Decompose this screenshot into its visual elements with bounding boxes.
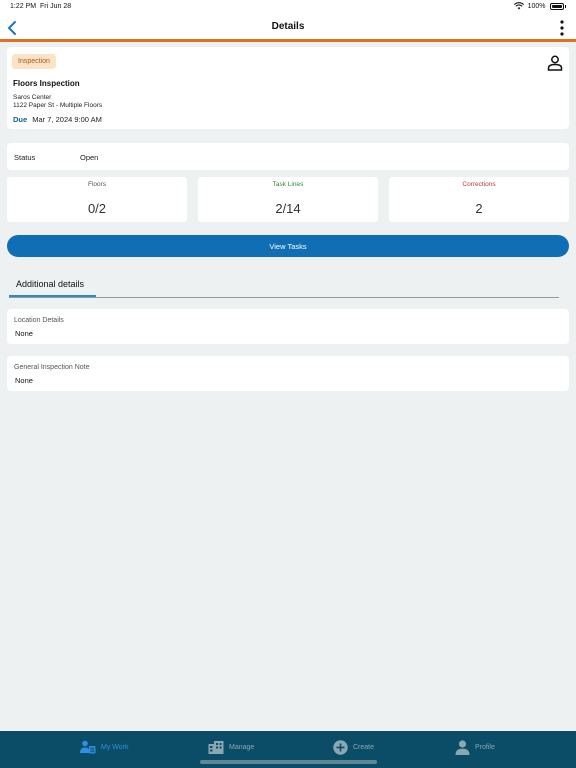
page-title: Details	[271, 21, 305, 32]
detail-label: Location Details	[14, 317, 64, 324]
wifi-icon	[513, 2, 524, 10]
tab-additional-details[interactable]: Additional details	[9, 277, 95, 297]
nav-bar: Details	[0, 16, 576, 42]
tab-label: Create	[353, 743, 375, 751]
building-icon	[208, 741, 224, 754]
metric-value: 0/2	[87, 201, 107, 216]
detail-value: None	[15, 329, 33, 338]
status-date: Fri Jun 28	[40, 3, 72, 10]
type-badge: Inspection	[12, 54, 56, 69]
metric-label: Corrections	[462, 181, 496, 188]
status-indicators: 100%	[513, 2, 566, 10]
status-value: Open	[80, 153, 99, 162]
tab-manage[interactable]: Manage	[208, 737, 254, 757]
tab-create[interactable]: Create	[333, 737, 374, 757]
location-address: 1122 Paper St - Multiple Floors	[13, 102, 103, 109]
metric-floors[interactable]: Floors 0/2	[7, 177, 187, 222]
due-label: Due	[13, 115, 28, 124]
tab-label: Manage	[229, 743, 255, 751]
tab-profile[interactable]: Profile	[455, 737, 495, 757]
metric-value: 2/14	[275, 201, 301, 216]
location-name: Saros Center	[13, 94, 52, 101]
tab-my-work[interactable]: My Work	[80, 737, 128, 757]
due-row: Due Mar 7, 2024 9:00 AM	[13, 115, 102, 124]
battery-percent: 100%	[527, 2, 546, 10]
due-date: Mar 7, 2024 9:00 AM	[32, 115, 102, 124]
general-note-card: General Inspection Note None	[7, 356, 569, 391]
metric-label: Floors	[87, 181, 107, 188]
person-icon	[455, 739, 470, 755]
tab-label: Profile	[475, 743, 495, 751]
plus-circle-icon	[333, 739, 348, 755]
tab-label: Additional details	[16, 279, 85, 289]
person-icon[interactable]	[547, 55, 563, 71]
metric-task-lines[interactable]: Task Lines 2/14	[198, 177, 378, 222]
my-work-icon	[80, 740, 96, 754]
status-label: Status	[14, 153, 36, 162]
detail-value: None	[15, 376, 33, 385]
battery-icon	[549, 2, 564, 10]
metric-label: Task Lines	[272, 181, 304, 188]
inspection-title: Floors Inspection	[13, 79, 80, 88]
metric-value: 2	[475, 201, 483, 216]
metric-corrections[interactable]: Corrections 2	[389, 177, 569, 222]
more-vertical-icon[interactable]	[558, 19, 566, 37]
tab-label: My Work	[101, 743, 129, 751]
inspection-header-card: Inspection Floors Inspection Saros Cente…	[7, 47, 569, 129]
status-bar: 1:22 PM Fri Jun 28 100%	[0, 0, 576, 16]
detail-label: General Inspection Note	[14, 364, 90, 371]
battery-tip	[564, 4, 566, 8]
tab-divider	[9, 297, 559, 298]
home-indicator	[200, 760, 377, 764]
status-time: 1:22 PM	[10, 3, 37, 10]
location-details-card: Location Details None	[7, 309, 569, 344]
status-card: Status Open	[7, 143, 569, 170]
view-tasks-button[interactable]: View Tasks	[7, 235, 569, 257]
